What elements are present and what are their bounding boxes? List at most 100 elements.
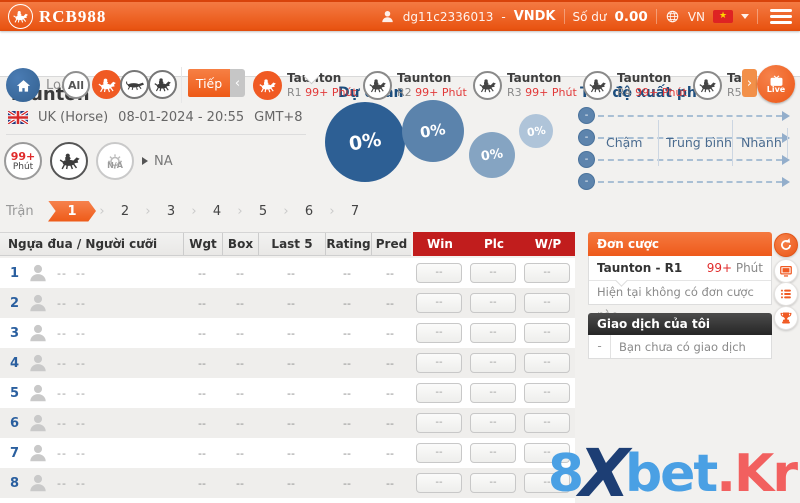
race-tab[interactable]: 5 [246,204,280,219]
win-odds-button[interactable]: -- [416,293,462,313]
uk-flag-icon [8,111,28,124]
horse-racing-icon [97,77,117,93]
race-tab[interactable]: 3 [154,204,188,219]
cell-last5: -- [273,387,309,400]
cell-rating: -- [329,357,365,370]
wp-odds-button[interactable]: -- [524,323,570,343]
win-odds-button[interactable]: -- [416,353,462,373]
cell-pred: -- [372,447,408,460]
race-country: UK (Horse) [38,110,108,125]
logo[interactable]: RCB988 [8,4,106,29]
plc-odds-button[interactable]: -- [470,473,516,493]
race-tab[interactable]: 6 [292,204,326,219]
currency-code[interactable]: VNDK [514,9,556,24]
refresh-button[interactable] [774,233,798,257]
win-odds-button[interactable]: -- [416,443,462,463]
plc-odds-button[interactable]: -- [470,383,516,403]
next-race-button[interactable]: Tiếp [188,69,230,97]
bet-slip-race-row[interactable]: Taunton - R1 99+ Phút [589,256,771,281]
home-button[interactable] [6,68,40,102]
table-row: 2 -- -- -- -- -- -- -- -- -- -- [0,288,575,318]
plc-odds-button[interactable]: -- [470,443,516,463]
cell-last5: -- [273,357,309,370]
live-button[interactable]: Live [757,65,795,103]
bet-slip-header: Đơn cược [588,232,772,256]
speed-lane-marker: - [578,129,595,146]
plc-odds-button[interactable]: -- [470,413,516,433]
speed-lane-marker: - [578,173,595,190]
race-track-name: Taunton [507,71,561,85]
win-odds-button[interactable]: -- [416,413,462,433]
jockey-avatar [27,472,49,494]
cell-last5: -- [273,267,309,280]
win-odds-button[interactable]: -- [416,323,462,343]
vietnam-flag-icon[interactable]: ★ [713,10,733,23]
plc-odds-button[interactable]: -- [470,293,516,313]
tab-separator-icon: › [326,204,338,219]
prediction-bubble[interactable]: 0% [325,102,405,182]
speed-lane: - [578,148,792,170]
table-row: 4 -- -- -- -- -- -- -- -- -- -- [0,348,575,378]
sport-harness-button[interactable] [148,70,177,99]
horse-name: -- [57,477,67,490]
race-nav-item[interactable]: Taunton R4 99+ Phút [583,71,693,100]
speed-lane-track [598,181,782,183]
horse-name: -- [57,357,67,370]
wp-odds-button[interactable]: -- [524,353,570,373]
table-row: 1 -- -- -- -- -- -- -- -- -- -- [0,258,575,288]
tab-separator-icon: › [142,204,154,219]
win-odds-button[interactable]: -- [416,263,462,283]
race-tab[interactable]: 4 [200,204,234,219]
race-tabs: › 1 › 2 › 3 › 4 › 5 › 6 › 7 [36,200,372,222]
column-wp: W/P [521,232,575,256]
bet-list-button[interactable] [774,282,798,306]
sport-greyhound-button[interactable] [120,70,149,99]
race-nav-item[interactable]: Taunton R5 99+ Phút [693,71,741,100]
wp-odds-button[interactable]: -- [524,263,570,283]
wp-odds-button[interactable]: -- [524,293,570,313]
sport-horse-button[interactable] [92,70,121,99]
refresh-icon [779,238,793,252]
scroll-right-button[interactable]: › [742,69,757,97]
live-stream-button[interactable] [774,259,798,283]
column-last5: Last 5 Runs [258,233,325,255]
race-horse-icon [473,71,502,100]
plc-odds-button[interactable]: -- [470,263,516,283]
balance-value[interactable]: 0.00 [615,9,648,25]
transactions-empty-message: Bạn chưa có giao dịch [611,340,746,354]
speed-lane-marker: - [578,151,595,168]
jockey-name: -- [76,387,86,400]
transactions-header: Giao dịch của tôi [588,313,772,335]
menu-button[interactable] [770,9,792,24]
race-tab[interactable]: 2 [108,204,142,219]
race-nav-item[interactable]: Taunton R2 99+ Phút [363,71,473,100]
divider [564,9,565,24]
race-countdown: 99+ Phút [415,86,467,99]
race-track-name: Taunton [727,71,741,85]
results-button[interactable] [774,306,798,330]
cell-rating: -- [329,477,365,490]
wp-odds-button[interactable]: -- [524,413,570,433]
language-label[interactable]: VN [688,10,705,24]
plc-odds-button[interactable]: -- [470,353,516,373]
table-row: 9 -- -- -- -- -- -- -- -- -- -- [0,498,575,503]
prediction-bubble[interactable]: 0% [469,132,515,178]
race-tab[interactable]: 7 [338,204,372,219]
language-caret-icon[interactable] [741,14,749,19]
cell-pred: -- [372,387,408,400]
plc-odds-button[interactable]: -- [470,323,516,343]
prediction-bubble[interactable]: 0% [519,114,553,148]
username[interactable]: dg11c2336013 [403,10,494,24]
prediction-bubble[interactable]: 0% [402,100,464,162]
live-monitor-icon [779,264,793,278]
win-odds-button[interactable]: -- [416,473,462,493]
jockey-name: -- [76,447,86,460]
jockey-avatar [27,442,49,464]
race-track-name: Taunton [617,71,671,85]
race-nav-item[interactable]: Taunton R3 99+ Phút [473,71,583,100]
race-tab[interactable]: 1 [48,201,96,222]
win-odds-button[interactable]: -- [416,383,462,403]
filter-all-button[interactable]: All [62,71,90,99]
wp-odds-button[interactable]: -- [524,383,570,403]
scroll-left-button[interactable]: ‹ [230,69,245,97]
